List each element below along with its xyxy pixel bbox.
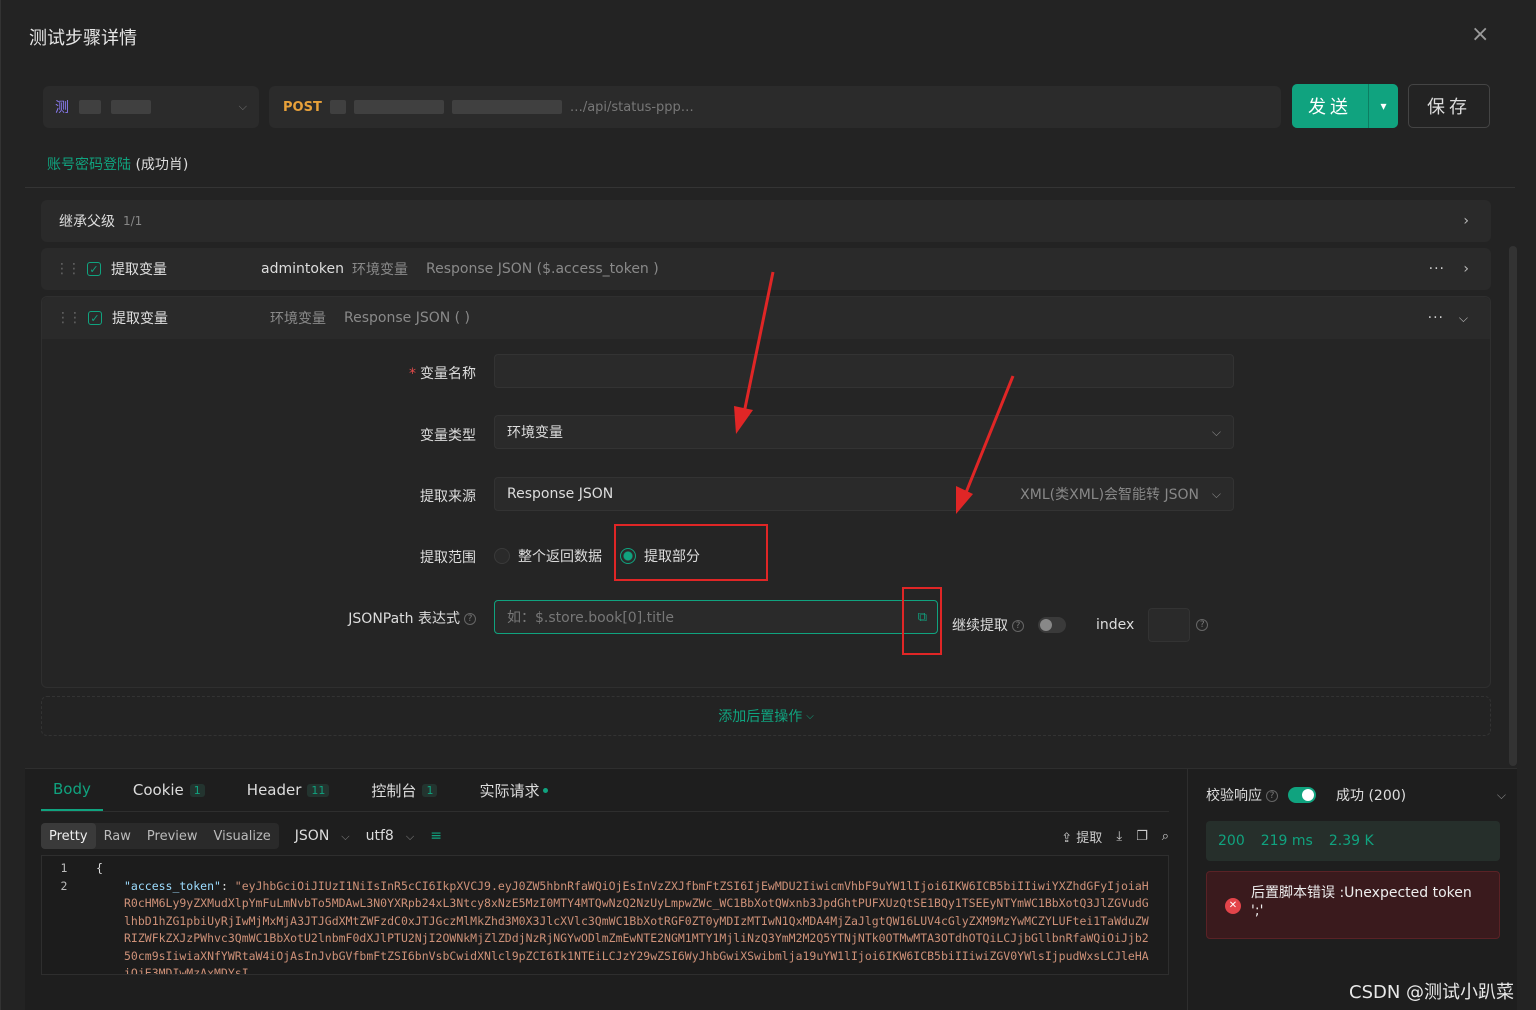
tab-actual-request[interactable]: 实际请求	[467, 769, 560, 811]
json-value: "eyJhbGciOiJIUzI1NiIsInR5cCI6IkpXVCJ9.ey…	[124, 878, 1149, 975]
divider	[41, 811, 1169, 812]
error-alert: ✕ 后置脚本错误 :Unexpected token ';'	[1206, 871, 1500, 939]
validation-sidebar: 校验响应? 成功 (200) ⌵ 200 219 ms 2.39 K ✕ 后置脚…	[1187, 769, 1517, 1010]
extract-button[interactable]: ⇪ 提取	[1061, 827, 1102, 846]
watermark: CSDN @测试小趴菜	[1349, 982, 1515, 1003]
response-size: 2.39 K	[1328, 833, 1374, 849]
validate-header: 校验响应? 成功 (200) ⌵	[1206, 785, 1506, 805]
validate-status: 成功 (200)	[1336, 788, 1407, 804]
response-stats: 200 219 ms 2.39 K	[1206, 821, 1500, 861]
response-tools: ⇪ 提取 ⤓ ❐ ⌕	[1061, 827, 1169, 846]
chevron-down-icon: ⌵	[341, 830, 350, 843]
error-icon: ✕	[1225, 898, 1241, 914]
search-icon[interactable]: ⌕	[1162, 829, 1169, 844]
encoding-select[interactable]: utf8 ⌵	[366, 828, 415, 844]
scrollbar[interactable]	[1509, 246, 1517, 766]
copy-icon[interactable]: ❐	[1136, 829, 1148, 844]
wrap-lines-icon[interactable]: ≡	[430, 828, 442, 844]
tab-cookie[interactable]: Cookie 1	[121, 769, 217, 811]
response-toolbar: Pretty Raw Preview Visualize JSON ⌵ utf8 ⌵…	[41, 822, 1169, 850]
status-dot	[543, 787, 549, 793]
view-pretty[interactable]: Pretty	[41, 823, 96, 849]
response-time: 219 ms	[1260, 833, 1313, 849]
validate-label: 校验响应?	[1206, 785, 1278, 805]
help-icon: ?	[1266, 790, 1278, 802]
tab-console[interactable]: 控制台 1	[359, 769, 449, 811]
view-preview[interactable]: Preview	[139, 823, 206, 849]
step-detail-modal: 测试步骤详情 × 测 ⌵ POST …/api/status-ppp… 发送 ▾…	[0, 0, 1536, 1010]
add-post-action-button[interactable]: 添加后置操作 ⌵	[41, 696, 1491, 736]
chevron-down-icon: ⌵	[806, 710, 814, 722]
view-raw[interactable]: Raw	[96, 823, 139, 849]
response-body-editor[interactable]: 1 2 { "access_token": "eyJhbGciOiJIUzI1N…	[41, 855, 1169, 975]
line-numbers: 1 2	[60, 861, 68, 893]
response-tabs: Body Cookie 1 Header 11 控制台 1 实际请求	[41, 769, 578, 811]
status-code: 200	[1218, 833, 1245, 849]
chevron-down-icon: ⌵	[405, 830, 415, 843]
tab-header[interactable]: Header 11	[235, 769, 342, 811]
format-select[interactable]: JSON ⌵	[295, 828, 350, 844]
view-visualize[interactable]: Visualize	[206, 823, 279, 849]
view-mode-group: Pretty Raw Preview Visualize	[41, 823, 279, 849]
json-key: "access_token"	[124, 878, 221, 893]
download-icon[interactable]: ⤓	[1116, 829, 1122, 844]
error-text: 后置脚本错误 :Unexpected token ';'	[1251, 885, 1472, 919]
response-panel: Body Cookie 1 Header 11 控制台 1 实际请求 Pretty R…	[25, 768, 1517, 1010]
tab-body[interactable]: Body	[41, 769, 103, 811]
code-content: { "access_token": "eyJhbGciOiJIUzI1NiIsI…	[96, 860, 1154, 975]
chevron-down-icon[interactable]: ⌵	[1497, 788, 1506, 803]
validate-toggle[interactable]	[1288, 787, 1316, 803]
